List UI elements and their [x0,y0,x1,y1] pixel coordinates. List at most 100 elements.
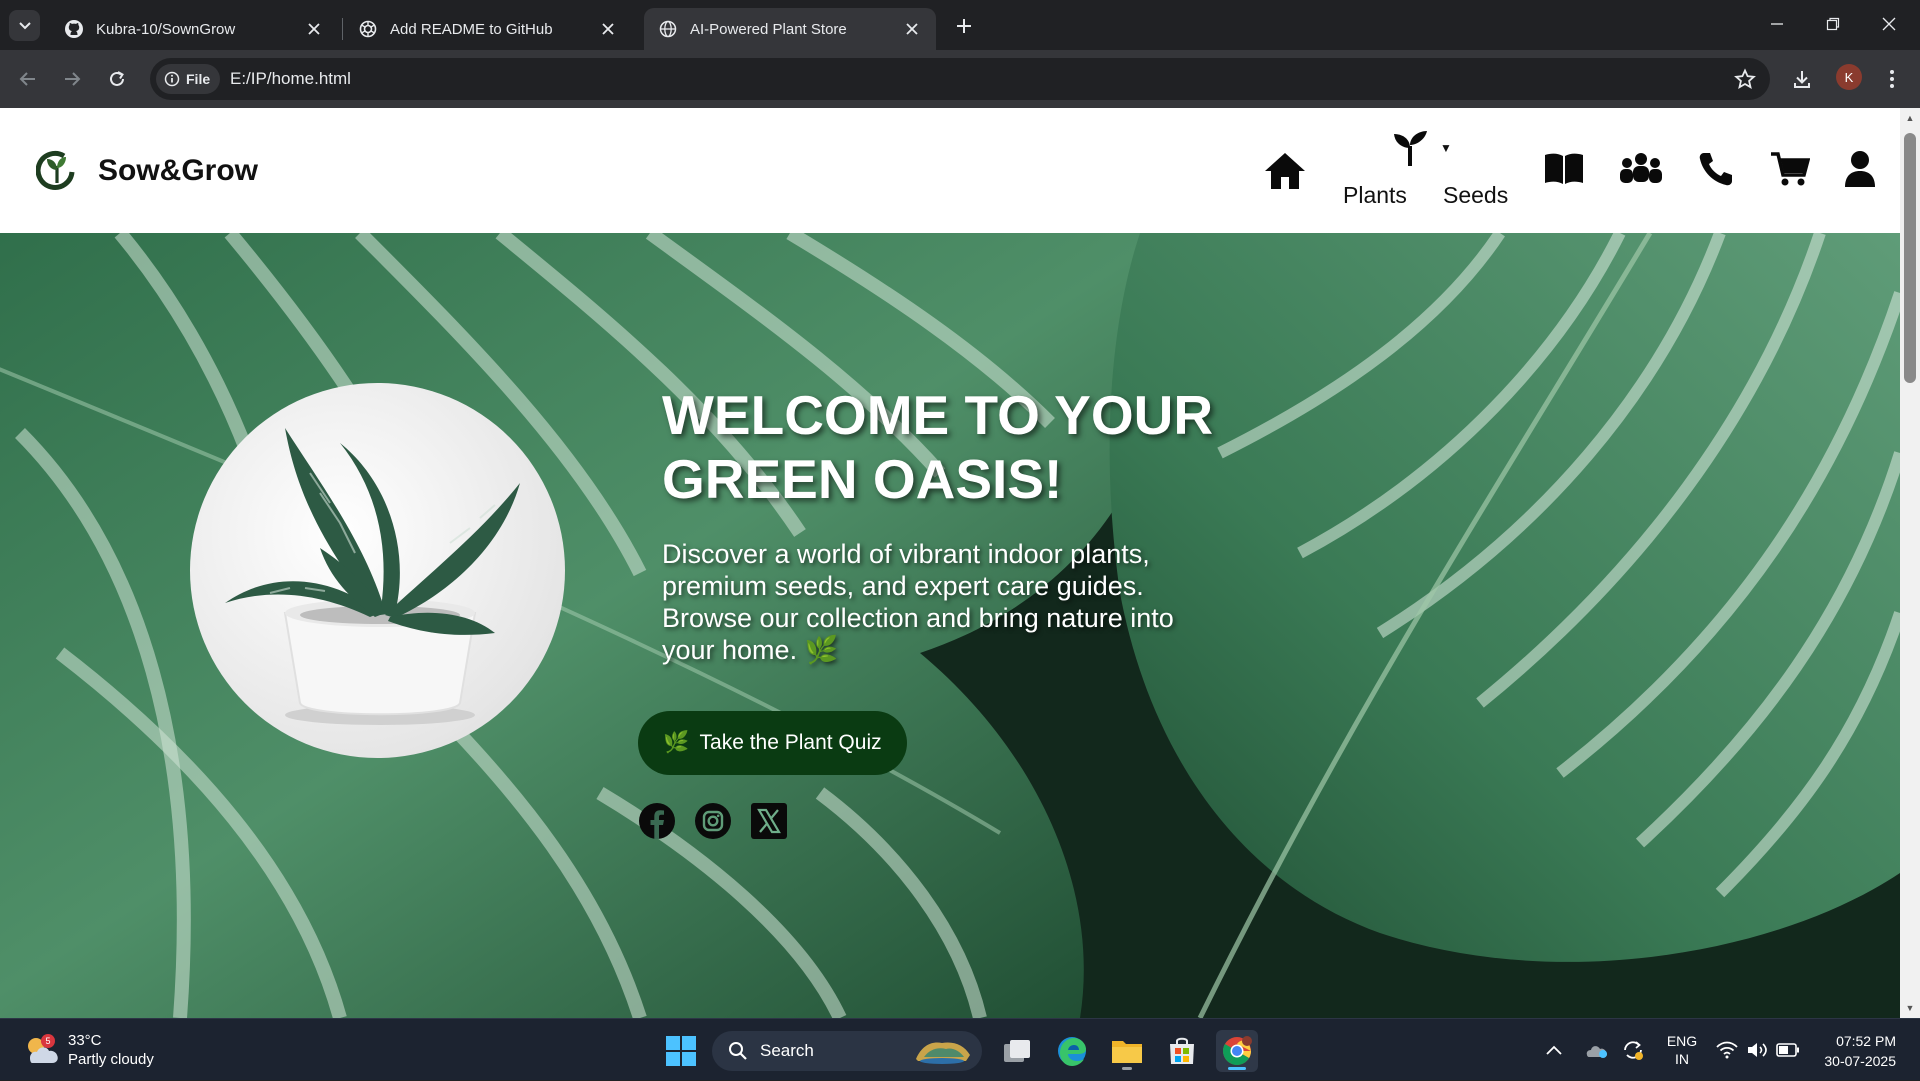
minimize-icon [1771,23,1783,25]
store-app[interactable] [1161,1030,1203,1072]
wifi-tray[interactable] [1714,1019,1740,1081]
restore-icon [1826,17,1840,31]
nav-cart[interactable] [1770,151,1810,187]
leaf-icon: 🌿 [663,731,690,754]
nav-home[interactable] [1263,151,1307,191]
nav-seeds-link[interactable]: Seeds [1443,182,1508,209]
page-viewport: Sow&Grow ▼ Plants Seeds WELCOME TO YOUR … [0,108,1920,1018]
kebab-menu-icon [1890,70,1894,88]
chevron-down-icon [18,21,31,29]
plant-quiz-button[interactable]: 🌿 Take the Plant Quiz [638,711,907,775]
nav-community[interactable] [1618,152,1664,186]
onedrive-tray[interactable] [1580,1019,1612,1081]
cart-icon [1771,152,1810,186]
url-text[interactable]: E:/IP/home.html [230,69,351,89]
tab-plant-store[interactable]: AI-Powered Plant Store [644,8,936,50]
volume-tray[interactable] [1744,1019,1770,1081]
hero-description: Discover a world of vibrant indoor plant… [662,539,1174,665]
x-icon [751,803,787,839]
scroll-up-icon[interactable]: ▲ [1904,112,1916,124]
start-button[interactable] [660,1030,702,1072]
file-explorer-app[interactable] [1106,1030,1148,1072]
downloads-button[interactable] [1786,63,1818,95]
phone-icon [1699,153,1732,186]
book-icon [1545,153,1583,184]
page-scrollbar[interactable]: ▲ ▼ [1900,108,1920,1018]
language-code: ENG [1666,1033,1698,1049]
active-indicator [1228,1067,1246,1070]
tab-title: Kubra-10/SownGrow [96,20,236,38]
tab-add-readme[interactable]: Add README to GitHub [344,8,632,50]
nav-guides[interactable] [1543,152,1585,186]
edge-icon [1058,1037,1086,1066]
scroll-down-icon[interactable]: ▼ [1904,1002,1916,1014]
profile-avatar[interactable]: K [1836,64,1862,90]
minimize-button[interactable] [1749,0,1805,48]
language-indicator[interactable]: ENG IN [1660,1019,1704,1081]
battery-icon [1776,1043,1799,1057]
site-info-label: File [186,71,211,87]
facebook-link[interactable] [637,801,677,841]
close-icon[interactable] [902,19,922,39]
weather-temp: 33°C [68,1032,102,1049]
tray-overflow-button[interactable] [1540,1019,1568,1081]
close-icon[interactable] [304,19,324,39]
chatgpt-icon [358,19,378,39]
reload-button[interactable] [101,63,133,95]
weather-badge: 5 [45,1036,50,1046]
task-view-button[interactable] [996,1030,1038,1072]
home-icon [1265,153,1305,189]
weather-text: 33°C Partly cloudy [68,1031,154,1069]
nav-plants-link[interactable]: Plants [1343,182,1407,209]
close-window-button[interactable] [1861,0,1917,48]
tab-divider [342,18,343,40]
tab-kubra-sowngrow[interactable]: Kubra-10/SownGrow [50,8,338,50]
search-highlight-icon [916,1042,970,1064]
info-icon [164,71,180,87]
clock-date: 30-07-2025 [1824,1053,1896,1069]
speaker-icon [1748,1043,1767,1057]
search-icon [729,1042,747,1060]
globe-icon [658,19,678,39]
sync-tray[interactable] [1616,1019,1650,1081]
instagram-icon [695,803,731,839]
plant-quiz-label: Take the Plant Quiz [699,731,882,754]
restore-button[interactable] [1805,0,1861,48]
browser-toolbar: File E:/IP/home.html K [0,50,1920,108]
address-bar[interactable]: File E:/IP/home.html [150,58,1770,100]
weather-widget[interactable]: 5 33°C Partly cloudy [22,1031,154,1069]
forward-button[interactable] [56,63,88,95]
bookmark-star-button[interactable] [1734,68,1756,95]
nav-plants-dropdown[interactable] [1392,128,1430,168]
brand-name: Sow&Grow [98,154,259,187]
back-button[interactable] [12,63,44,95]
chrome-app[interactable] [1216,1030,1258,1072]
weather-condition: Partly cloudy [68,1051,154,1068]
site-info-chip[interactable]: File [156,64,221,94]
new-tab-button[interactable] [950,12,978,40]
scrollbar-thumb[interactable] [1904,133,1916,383]
windows-logo-icon [666,1036,696,1066]
instagram-link[interactable] [693,801,733,841]
close-icon[interactable] [598,19,618,39]
system-clock[interactable]: 07:52 PM 30-07-2025 [1812,1031,1896,1071]
sprout-logo-icon [36,150,75,190]
hero-plant-image [190,383,565,758]
close-icon [1882,17,1896,31]
nav-contact[interactable] [1698,151,1734,187]
tab-search-button[interactable] [9,10,40,41]
potted-plant-illustration [225,428,520,725]
site-logo[interactable]: Sow&Grow [36,150,258,192]
chevron-up-icon [1546,1045,1562,1055]
chevron-down-icon[interactable]: ▼ [1440,141,1452,155]
nav-account[interactable] [1844,150,1876,188]
taskbar-search[interactable]: Search [712,1031,982,1071]
battery-tray[interactable] [1774,1019,1802,1081]
edge-app[interactable] [1051,1030,1093,1072]
community-icon [1620,153,1662,183]
x-link[interactable] [749,801,789,841]
browser-menu-button[interactable] [1876,63,1908,95]
facebook-icon [639,803,675,839]
windows-taskbar: 5 33°C Partly cloudy Search ENG IN 07:52… [0,1018,1920,1080]
download-icon [1794,71,1810,88]
